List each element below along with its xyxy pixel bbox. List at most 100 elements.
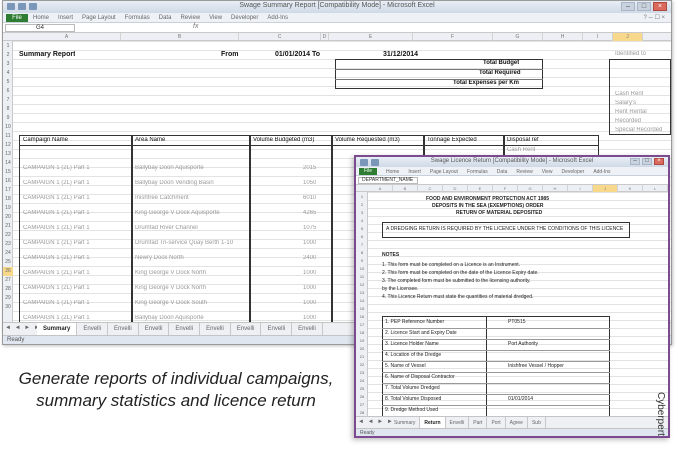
ribbon-tab-formulas[interactable]: Formulas bbox=[467, 168, 488, 176]
help-icon[interactable]: ? ─ ☐ × bbox=[644, 14, 665, 21]
row-header-15[interactable]: 15 bbox=[356, 305, 368, 313]
ribbon-tab-developer[interactable]: Developer bbox=[231, 14, 258, 22]
row-header-1[interactable]: 1 bbox=[3, 42, 13, 51]
row-header-7[interactable]: 7 bbox=[3, 96, 13, 105]
column-header-h[interactable]: H bbox=[543, 185, 568, 192]
ribbon-tab-formulas[interactable]: Formulas bbox=[125, 14, 150, 22]
ribbon-tab-view[interactable]: View bbox=[209, 14, 222, 22]
ribbon-tab-insert[interactable]: Insert bbox=[408, 168, 421, 176]
sheet-tab-envelli[interactable]: Envelli bbox=[200, 323, 231, 335]
ribbon-tab-review[interactable]: Review bbox=[180, 14, 200, 22]
column-header-c[interactable]: C bbox=[418, 185, 443, 192]
row-header-23[interactable]: 23 bbox=[3, 240, 13, 249]
sheet-nav-arrows[interactable]: ◄ ◄ ► ► bbox=[358, 419, 394, 425]
row-header-18[interactable]: 18 bbox=[356, 329, 368, 337]
row-header-21[interactable]: 21 bbox=[3, 222, 13, 231]
row-header-21[interactable]: 21 bbox=[356, 353, 368, 361]
row-header-16[interactable]: 16 bbox=[3, 177, 13, 186]
minimize-icon[interactable]: – bbox=[630, 158, 640, 165]
ribbon-tab-view[interactable]: View bbox=[542, 168, 553, 176]
column-header-i[interactable]: I bbox=[568, 185, 593, 192]
row-header-28[interactable]: 28 bbox=[3, 285, 13, 294]
column-header-c[interactable]: C bbox=[239, 33, 321, 41]
name-box[interactable]: DEPARTMENT_NAME bbox=[358, 177, 418, 184]
row-header-19[interactable]: 19 bbox=[3, 204, 13, 213]
sheet-tab-envelli[interactable]: Envelli bbox=[108, 323, 139, 335]
row-header-13[interactable]: 13 bbox=[356, 289, 368, 297]
column-header-k[interactable]: K bbox=[618, 185, 643, 192]
row-header-9[interactable]: 9 bbox=[3, 114, 13, 123]
form-field-value[interactable]: PT0515 bbox=[508, 319, 526, 325]
row-header-27[interactable]: 27 bbox=[3, 276, 13, 285]
sheet-tab-envelli[interactable]: Envelli bbox=[231, 323, 262, 335]
sheet-nav-arrows[interactable]: ◄ ◄ ► ► bbox=[5, 325, 41, 331]
row-header-30[interactable]: 30 bbox=[3, 303, 13, 312]
sheet-tab-envelli[interactable]: Envelli bbox=[169, 323, 201, 335]
row-header-22[interactable]: 22 bbox=[3, 231, 13, 240]
row-header-25[interactable]: 25 bbox=[3, 258, 13, 267]
row-header-6[interactable]: 6 bbox=[356, 233, 368, 241]
row-header-22[interactable]: 22 bbox=[356, 361, 368, 369]
ribbon-tab-home[interactable]: Home bbox=[33, 14, 49, 22]
ribbon-tab-developer[interactable]: Developer bbox=[562, 168, 585, 176]
row-header-15[interactable]: 15 bbox=[3, 168, 13, 177]
row-header-25[interactable]: 25 bbox=[356, 385, 368, 393]
row-header-8[interactable]: 8 bbox=[3, 105, 13, 114]
row-header-12[interactable]: 12 bbox=[356, 281, 368, 289]
row-header-2[interactable]: 2 bbox=[3, 51, 13, 60]
row-header-14[interactable]: 14 bbox=[356, 297, 368, 305]
ribbon-tab-review[interactable]: Review bbox=[516, 168, 532, 176]
row-header-26[interactable]: 26 bbox=[3, 267, 13, 276]
name-box[interactable]: G4 bbox=[5, 24, 75, 32]
row-header-20[interactable]: 20 bbox=[3, 213, 13, 222]
row-header-10[interactable]: 10 bbox=[356, 265, 368, 273]
row-header-11[interactable]: 11 bbox=[3, 132, 13, 141]
column-header-f[interactable]: F bbox=[413, 33, 493, 41]
column-header-h[interactable]: H bbox=[543, 33, 583, 41]
column-header-g[interactable]: G bbox=[518, 185, 543, 192]
ribbon-tab-data[interactable]: Data bbox=[159, 14, 172, 22]
maximize-icon[interactable]: □ bbox=[637, 2, 651, 11]
licence-worksheet-grid[interactable]: FOOD AND ENVIRONMENT PROTECTION ACT 1985… bbox=[368, 192, 668, 428]
row-header-10[interactable]: 10 bbox=[3, 123, 13, 132]
column-header-g[interactable]: G bbox=[493, 33, 543, 41]
ribbon-tab-page-layout[interactable]: Page Layout bbox=[82, 14, 116, 22]
row-header-24[interactable]: 24 bbox=[356, 377, 368, 385]
close-icon[interactable]: × bbox=[654, 158, 664, 165]
file-tab[interactable]: File bbox=[359, 168, 377, 175]
column-header-b[interactable]: B bbox=[121, 33, 239, 41]
row-header-23[interactable]: 23 bbox=[356, 369, 368, 377]
column-header-j[interactable]: J bbox=[593, 185, 618, 192]
row-header-4[interactable]: 4 bbox=[356, 217, 368, 225]
row-header-16[interactable]: 16 bbox=[356, 313, 368, 321]
row-header-5[interactable]: 5 bbox=[356, 225, 368, 233]
column-header-l[interactable]: L bbox=[643, 185, 668, 192]
row-header-17[interactable]: 17 bbox=[356, 321, 368, 329]
minimize-icon[interactable]: – bbox=[621, 2, 635, 11]
row-header-14[interactable]: 14 bbox=[3, 159, 13, 168]
row-header-12[interactable]: 12 bbox=[3, 141, 13, 150]
ribbon-tab-insert[interactable]: Insert bbox=[58, 14, 73, 22]
column-header-d[interactable]: D bbox=[321, 33, 329, 41]
ribbon-tab-home[interactable]: Home bbox=[386, 168, 399, 176]
form-field-value[interactable]: 01/01/2014 bbox=[508, 396, 533, 402]
row-header-26[interactable]: 26 bbox=[356, 393, 368, 401]
column-header-f[interactable]: F bbox=[493, 185, 518, 192]
ribbon-tab-page-layout[interactable]: Page Layout bbox=[430, 168, 458, 176]
ribbon-tab-add-ins[interactable]: Add-Ins bbox=[267, 14, 288, 22]
row-header-24[interactable]: 24 bbox=[3, 249, 13, 258]
row-header-6[interactable]: 6 bbox=[3, 87, 13, 96]
sheet-tab-envelli[interactable]: Envelli bbox=[77, 323, 109, 335]
sheet-tab-envelli[interactable]: Envelli bbox=[261, 323, 293, 335]
row-header-3[interactable]: 3 bbox=[356, 209, 368, 217]
ribbon-tab-add-ins[interactable]: Add-Ins bbox=[593, 168, 610, 176]
column-header-j[interactable]: J bbox=[613, 33, 643, 41]
column-header-a[interactable]: A bbox=[13, 33, 121, 41]
row-header-8[interactable]: 8 bbox=[356, 249, 368, 257]
row-header-11[interactable]: 11 bbox=[356, 273, 368, 281]
row-header-27[interactable]: 27 bbox=[356, 401, 368, 409]
row-header-19[interactable]: 19 bbox=[356, 337, 368, 345]
row-header-29[interactable]: 29 bbox=[3, 294, 13, 303]
row-header-7[interactable]: 7 bbox=[356, 241, 368, 249]
column-header-e[interactable]: E bbox=[468, 185, 493, 192]
